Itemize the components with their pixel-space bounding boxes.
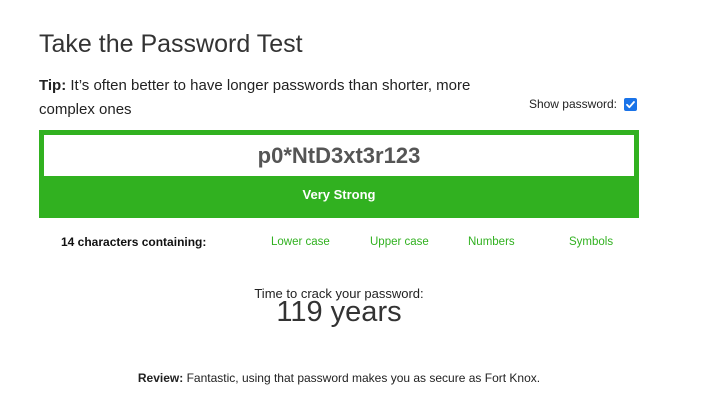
char-type-lower-case: Lower case	[271, 236, 330, 248]
char-type-upper-case: Upper case	[370, 236, 429, 248]
strength-label: Very Strong	[302, 187, 376, 202]
character-summary: 14 characters containing: Lower case Upp…	[0, 235, 723, 253]
password-input[interactable]	[44, 135, 634, 176]
strength-meter: Very Strong	[39, 130, 639, 218]
show-password-checkbox[interactable]	[624, 97, 637, 111]
review-body: Fantastic, using that password makes you…	[186, 371, 541, 385]
tip-body: It’s often better to have longer passwor…	[39, 77, 471, 118]
page-title: Take the Password Test	[39, 30, 303, 58]
checkmark-icon	[626, 100, 635, 108]
review-label: Review:	[137, 371, 184, 385]
tip-label: Tip:	[39, 77, 67, 94]
review-text: Review: Fantastic, using that password m…	[0, 371, 678, 385]
show-password-label: Show password:	[528, 97, 617, 111]
tip-text: Tip: It’s often better to have longer pa…	[39, 74, 509, 122]
crack-time-value: 119 years	[276, 296, 402, 328]
char-type-numbers: Numbers	[468, 236, 515, 248]
char-type-symbols: Symbols	[569, 236, 614, 248]
character-count: 14 characters containing:	[61, 235, 207, 249]
show-password-toggle[interactable]: Show password:	[529, 97, 637, 111]
